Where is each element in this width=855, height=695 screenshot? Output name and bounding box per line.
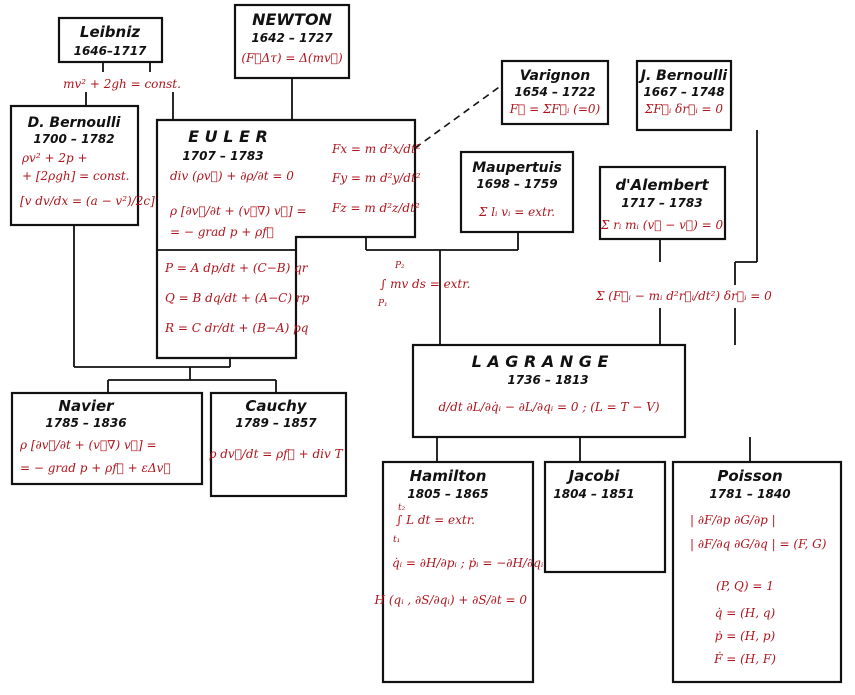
- poisson-years: 1781 – 1840: [709, 487, 790, 501]
- dbernoulli-eq2: + [2ρgh] = const.: [22, 169, 129, 183]
- least-action-lower-limit: P₁: [377, 299, 388, 309]
- hamilton-eq2: q̇ᵢ = ∂H/∂pᵢ ; ṗᵢ = −∂H/∂qᵢ: [392, 556, 544, 570]
- navier-years: 1785 – 1836: [45, 416, 126, 430]
- dbernoulli-eq3: [v dv/dx = (a − v²)/2c]: [20, 194, 155, 208]
- dalembert-equation: Σ rᵢ mᵢ (v⃗ − v⃗) = 0: [600, 218, 724, 232]
- dalembert-years: 1717 – 1783: [621, 196, 702, 210]
- poisson-name: Poisson: [717, 467, 782, 485]
- dalembert-name: d'Alembert: [615, 176, 709, 194]
- newton-years: 1642 – 1727: [251, 31, 333, 45]
- euler-fz: Fz = m d²z/dt²: [331, 201, 420, 215]
- lagrange-equation: d/dt ∂L/∂q̇ᵢ − ∂L/∂qᵢ = 0 ; (L = T − V): [438, 400, 659, 414]
- hamilton-eq1-lower: t₁: [393, 535, 400, 545]
- euler-fx: Fx = m d²x/dt²: [331, 142, 421, 156]
- cauchy-name: Cauchy: [245, 397, 307, 415]
- euler-eq2: ρ [∂v⃗/∂t + (v⃗∇) v⃗] =: [169, 204, 307, 218]
- least-action-equation: ∫ mv ds = extr.: [380, 277, 471, 291]
- lagrange-name: L A G R A N G E: [472, 352, 609, 371]
- newton-name: NEWTON: [252, 10, 332, 29]
- navier-eq2: = − grad p + ρf⃗ + εΔv⃗: [20, 461, 171, 475]
- euler-name: E U L E R: [188, 127, 268, 146]
- poisson-eq5: ṗ = (H, p): [715, 629, 776, 643]
- jbernoulli-equation: ΣF⃗ᵢ δr⃗ᵢ = 0: [644, 102, 724, 116]
- euler-q: Q = B dq/dt + (A−C) rp: [165, 291, 310, 305]
- varignon-equation: F⃗ = ΣF⃗ᵢ (=0): [509, 102, 601, 116]
- jbernoulli-name: J. Bernoulli: [638, 68, 728, 84]
- leibniz-years: 1646–1717: [74, 44, 147, 58]
- poisson-eq1: | ∂F/∂p ∂G/∂p |: [690, 513, 776, 527]
- virtual-work-equation: Σ (F⃗ᵢ − mᵢ d²r⃗ᵢ/dt²) δr⃗ᵢ = 0: [595, 289, 772, 303]
- maupertuis-years: 1698 – 1759: [476, 177, 557, 191]
- euler-r: R = C dr/dt + (B−A) pq: [164, 321, 309, 335]
- navier-eq1: ρ [∂v⃗/∂t + (v⃗∇) v⃗] =: [19, 438, 157, 452]
- maupertuis-equation: Σ lᵢ vᵢ = extr.: [478, 205, 555, 219]
- maupertuis-name: Maupertuis: [472, 160, 562, 176]
- euler-years: 1707 – 1783: [182, 149, 263, 163]
- varignon-years: 1654 – 1722: [514, 85, 595, 99]
- hamilton-eq3: H (qᵢ , ∂S/∂qᵢ) + ∂S/∂t = 0: [374, 593, 528, 607]
- lagrange-years: 1736 – 1813: [507, 373, 588, 387]
- leibniz-equation: mv² + 2gh = const.: [63, 77, 181, 91]
- hamilton-eq1: ∫ L dt = extr.: [396, 513, 475, 527]
- poisson-eq3: (P, Q) = 1: [716, 579, 774, 593]
- newton-equation: (F⃗Δτ) = Δ(mv⃗): [241, 51, 343, 65]
- hamilton-eq1-upper: t₂: [398, 503, 406, 513]
- jacobi-years: 1804 – 1851: [553, 487, 634, 501]
- mechanics-genealogy-diagram: Leibniz 1646–1717 mv² + 2gh = const. NEW…: [9, 3, 843, 684]
- cauchy-years: 1789 – 1857: [235, 416, 317, 430]
- hamilton-name: Hamilton: [410, 467, 487, 485]
- jbernoulli-years: 1667 – 1748: [643, 85, 724, 99]
- euler-eq3: = − grad p + ρf⃗: [170, 225, 274, 239]
- euler-fy: Fy = m d²y/dt²: [331, 171, 421, 185]
- dbernoulli-name: D. Bernoulli: [28, 115, 121, 131]
- hamilton-years: 1805 – 1865: [407, 487, 488, 501]
- navier-name: Navier: [58, 397, 115, 415]
- jacobi-name: Jacobi: [566, 467, 621, 485]
- euler-p: P = A dp/dt + (C−B) qr: [164, 261, 309, 275]
- euler-eq1: div (ρv⃗) + ∂ρ/∂t = 0: [170, 169, 294, 183]
- poisson-eq6: Ḟ = (H, F): [713, 651, 776, 666]
- poisson-eq4: q̇ = (H, q): [715, 606, 776, 620]
- dbernoulli-years: 1700 – 1782: [33, 132, 114, 146]
- varignon-name: Varignon: [520, 68, 591, 84]
- dbernoulli-eq1: ρv² + 2p +: [21, 151, 88, 165]
- cauchy-equation: ρ dv⃗/dt = ρf⃗ + div T: [208, 447, 343, 461]
- leibniz-name: Leibniz: [80, 23, 140, 41]
- least-action-upper-limit: P₂: [394, 261, 405, 271]
- poisson-eq2: | ∂F/∂q ∂G/∂q | = (F, G): [690, 537, 827, 551]
